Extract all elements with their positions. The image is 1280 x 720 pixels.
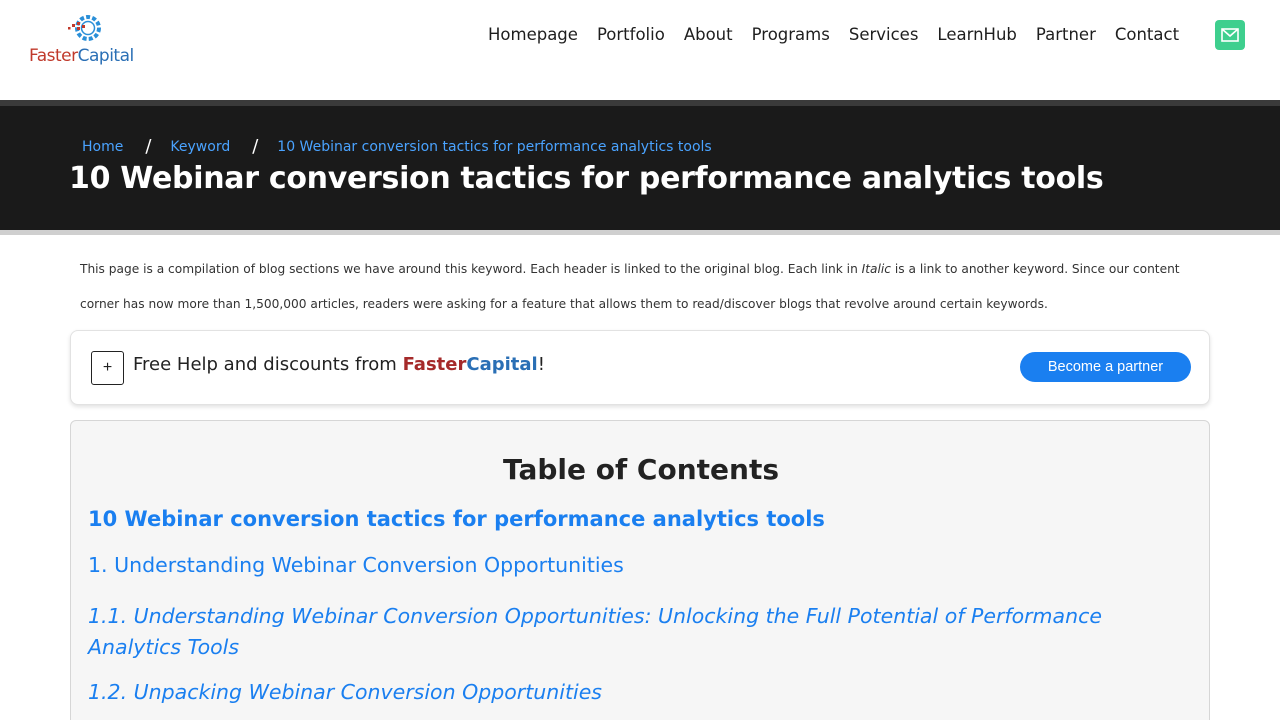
table-of-contents: Table of Contents 10 Webinar conversion … <box>70 420 1210 720</box>
nav-programs[interactable]: Programs <box>752 25 830 44</box>
gear-logo-icon <box>68 15 101 41</box>
fastercapital-logo[interactable]: FasterCapital <box>28 12 148 72</box>
brand-faster: Faster <box>402 354 467 375</box>
breadcrumb-keyword[interactable]: Keyword <box>170 139 230 155</box>
toc-link-1[interactable]: 1. Understanding Webinar Conversion Oppo… <box>88 553 624 577</box>
page-banner: Home / Keyword / 10 Webinar conversion t… <box>0 106 1280 230</box>
nav-about[interactable]: About <box>684 25 733 44</box>
nav-portfolio[interactable]: Portfolio <box>597 25 665 44</box>
toc-link-1-2[interactable]: 1.2. Unpacking Webinar Conversion Opport… <box>88 680 602 704</box>
breadcrumb: Home / Keyword / 10 Webinar conversion t… <box>82 136 712 157</box>
logo-text: FasterCapital <box>29 46 134 66</box>
help-label: Free Help and discounts from <box>133 354 403 375</box>
breadcrumb-separator: / <box>145 136 152 157</box>
page-title: 10 Webinar conversion tactics for perfor… <box>69 161 1104 196</box>
toc-link-1-1[interactable]: 1.1. Understanding Webinar Conversion Op… <box>88 601 1178 663</box>
nav-homepage[interactable]: Homepage <box>488 25 578 44</box>
envelope-icon <box>1221 28 1239 42</box>
site-header: FasterCapital Homepage Portfolio About P… <box>0 0 1280 100</box>
help-text: Free Help and discounts from FasterCapit… <box>133 354 545 375</box>
help-discount-box: + Free Help and discounts from FasterCap… <box>70 330 1210 405</box>
banner-bottom-border <box>0 230 1280 235</box>
toc-title: Table of Contents <box>502 453 779 486</box>
nav-partner[interactable]: Partner <box>1036 25 1096 44</box>
breadcrumb-current[interactable]: 10 Webinar conversion tactics for perfor… <box>277 139 711 155</box>
main-nav: Homepage Portfolio About Programs Servic… <box>488 22 1198 46</box>
intro-paragraph: This page is a compilation of blog secti… <box>80 252 1210 321</box>
intro-italic-word: Italic <box>861 262 891 276</box>
toc-main-link[interactable]: 10 Webinar conversion tactics for perfor… <box>88 507 825 531</box>
become-partner-button[interactable]: Become a partner <box>1020 352 1191 382</box>
breadcrumb-home[interactable]: Home <box>82 139 123 155</box>
expand-plus-button[interactable]: + <box>91 351 124 385</box>
nav-learnhub[interactable]: LearnHub <box>937 25 1016 44</box>
help-exclaim: ! <box>537 354 545 375</box>
nav-contact[interactable]: Contact <box>1115 25 1179 44</box>
brand-capital: Capital <box>466 354 538 375</box>
nav-services[interactable]: Services <box>849 25 919 44</box>
intro-text: This page is a compilation of blog secti… <box>80 262 862 276</box>
mail-button[interactable] <box>1215 20 1245 50</box>
breadcrumb-separator: / <box>252 136 259 157</box>
